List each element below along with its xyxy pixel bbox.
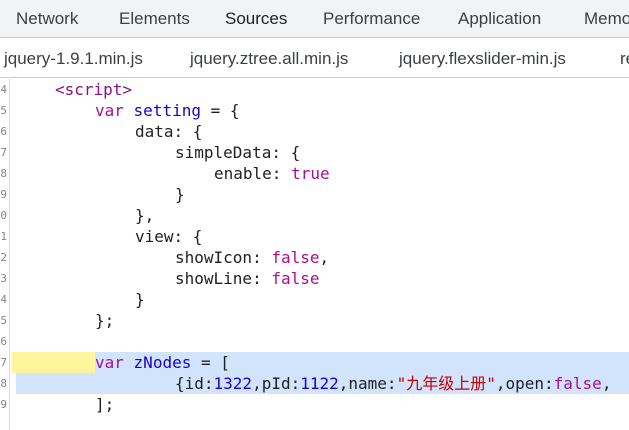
line-number[interactable]: 1 <box>0 226 7 247</box>
keyword: var <box>95 101 124 120</box>
line-number[interactable]: 9 <box>0 394 7 415</box>
tab-network[interactable]: Network <box>16 0 78 37</box>
code-line: showLine: false <box>175 268 320 289</box>
script-tag: <script> <box>55 80 133 99</box>
line-number[interactable]: 8 <box>0 163 7 184</box>
string-value: "九年级上册" <box>396 374 496 393</box>
file-tab-jquery[interactable]: jquery-1.9.1.min.js <box>4 38 143 77</box>
variable-name: setting <box>133 101 201 120</box>
line-number[interactable]: 7 <box>0 142 7 163</box>
source-file-tabs: jquery-1.9.1.min.js jquery.ztree.all.min… <box>0 38 629 78</box>
code-text: ,open: <box>495 374 554 393</box>
file-tab-ztree[interactable]: jquery.ztree.all.min.js <box>190 38 348 77</box>
line-number[interactable]: 6 <box>0 121 7 142</box>
search-match-highlight <box>12 352 95 373</box>
line-number[interactable]: 8 <box>0 373 7 394</box>
boolean-value: true <box>291 164 330 183</box>
line-number[interactable]: 7 <box>0 352 7 373</box>
tab-sources[interactable]: Sources <box>225 0 287 37</box>
code-line: <script> <box>55 79 132 100</box>
line-number[interactable]: 5 <box>0 310 7 331</box>
code-line: var setting = { <box>95 100 240 121</box>
code-line: enable: true <box>214 163 330 184</box>
code-text: , <box>601 374 612 393</box>
code-text: = { <box>200 101 240 120</box>
code-line: }; <box>95 311 115 330</box>
line-number[interactable]: 4 <box>0 79 7 100</box>
tab-application[interactable]: Application <box>458 0 541 37</box>
code-text: ,pId: <box>252 374 301 393</box>
property-key: showLine: <box>175 269 272 288</box>
keyword: var <box>95 353 124 372</box>
file-tab-flexslider[interactable]: jquery.flexslider-min.js <box>399 38 566 77</box>
line-number[interactable]: 3 <box>0 268 7 289</box>
code-line: } <box>175 185 185 204</box>
code-line: data: { <box>135 122 203 141</box>
boolean-value: false <box>553 374 602 393</box>
devtools-panel-tabs: Network Elements Sources Performance App… <box>0 0 629 38</box>
variable-name: zNodes <box>133 353 192 372</box>
code-line: showIcon: false, <box>175 247 329 268</box>
number-value: 1122 <box>300 374 339 393</box>
line-number[interactable]: 9 <box>0 184 7 205</box>
code-line: {id:1322,pId:1122,name:"九年级上册",open:fals… <box>175 373 611 394</box>
code-text: = [ <box>191 353 230 372</box>
boolean-value: false <box>271 248 320 267</box>
code-line: ]; <box>95 395 115 414</box>
property-key: enable: <box>214 164 292 183</box>
file-tab-active[interactable]: re <box>620 38 629 77</box>
line-number[interactable]: 2 <box>0 247 7 268</box>
tab-memory[interactable]: Memo <box>584 0 629 37</box>
tab-elements[interactable]: Elements <box>119 0 190 37</box>
code-line: simpleData: { <box>175 143 301 162</box>
boolean-value: false <box>271 269 320 288</box>
tab-performance[interactable]: Performance <box>323 0 420 37</box>
line-number[interactable]: 0 <box>0 205 7 226</box>
line-number[interactable]: 5 <box>0 100 7 121</box>
code-line: } <box>135 290 145 309</box>
code-text: {id: <box>175 374 214 393</box>
number-value: 1322 <box>213 374 253 393</box>
property-key: showIcon: <box>175 248 272 267</box>
code-line: var zNodes = [ <box>95 352 230 373</box>
line-number-gutter: 4 5 6 7 8 9 0 1 2 3 4 5 6 7 8 9 <box>0 79 10 430</box>
code-editor[interactable]: 4 5 6 7 8 9 0 1 2 3 4 5 6 7 8 9 <script>… <box>0 79 629 430</box>
line-number[interactable]: 6 <box>0 331 7 352</box>
code-line: }, <box>135 206 155 225</box>
line-number[interactable]: 4 <box>0 289 7 310</box>
code-line: view: { <box>135 227 203 246</box>
code-text: ,name: <box>338 374 397 393</box>
code-text: , <box>319 248 330 267</box>
